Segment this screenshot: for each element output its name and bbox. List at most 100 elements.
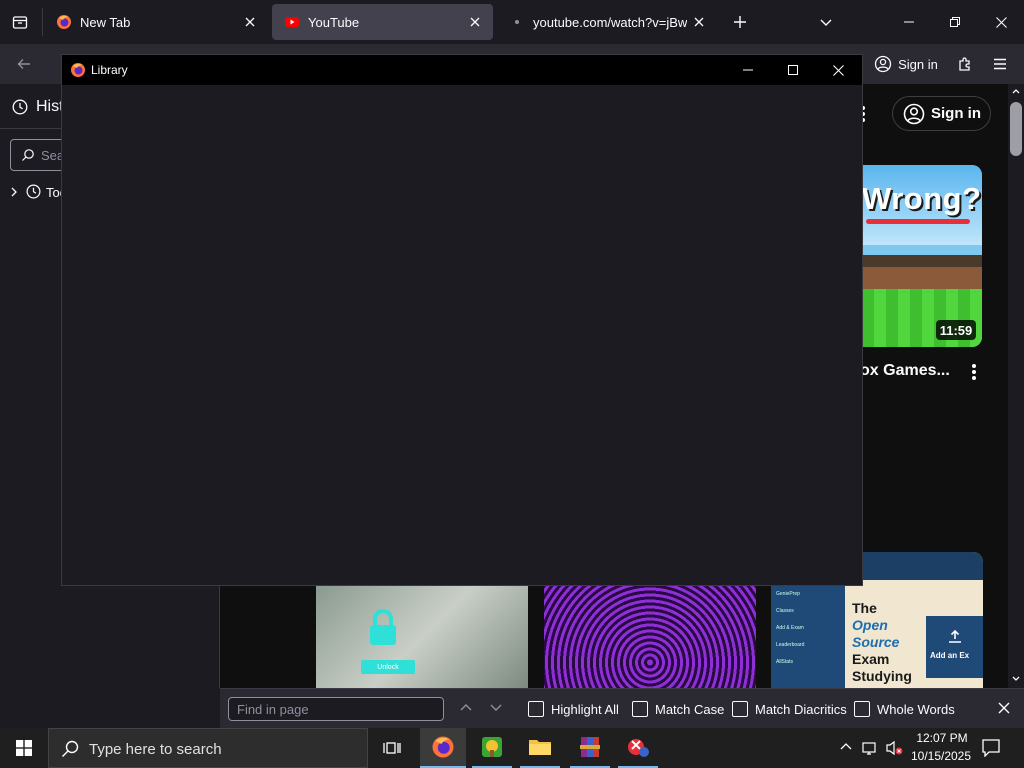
winrar-icon	[580, 737, 600, 757]
find-next-icon[interactable]	[490, 704, 502, 712]
clock-time[interactable]: 12:07 PM	[914, 731, 970, 745]
close-icon	[245, 17, 255, 27]
start-button[interactable]	[0, 728, 48, 768]
checkbox-label: Highlight All	[551, 701, 619, 717]
minimize-icon	[904, 21, 914, 23]
restore-icon	[950, 17, 960, 27]
match-diacritics-checkbox[interactable]: Match Diacritics	[732, 701, 847, 717]
find-previous-icon[interactable]	[460, 703, 472, 711]
youtube-sign-in-button[interactable]: Sign in	[892, 96, 991, 131]
close-tab-button[interactable]	[463, 10, 487, 34]
plant-app-icon	[482, 737, 502, 757]
find-bar: Find in page Highlight All Match Case Ma…	[220, 688, 1024, 728]
taskbar-firefox[interactable]	[420, 728, 466, 768]
minimize-window-button[interactable]	[886, 0, 932, 44]
scrollbar-thumb[interactable]	[1010, 102, 1022, 156]
list-all-tabs-button[interactable]	[812, 8, 840, 36]
chevron-up-icon[interactable]	[840, 742, 852, 750]
thumb-underline	[866, 219, 970, 224]
library-minimize-button[interactable]	[725, 55, 770, 85]
taskbar-app-2[interactable]	[618, 728, 658, 768]
video-title[interactable]: ox Games...	[860, 362, 950, 380]
library-window: Library	[61, 54, 863, 586]
tab-youtube[interactable]: YouTube	[272, 4, 493, 40]
toolbar-sign-in-button[interactable]: Sign in	[868, 50, 944, 78]
upload-icon	[949, 630, 961, 643]
firefox-view-icon	[12, 16, 28, 29]
checkbox-label: Whole Words	[877, 701, 955, 717]
hamburger-icon	[994, 58, 1006, 70]
thumbnail-text: Wrong?	[862, 181, 982, 216]
page-scrollbar[interactable]	[1008, 84, 1024, 688]
task-view-button[interactable]	[372, 728, 412, 768]
find-input-placeholder: Find in page	[237, 702, 309, 717]
close-find-bar-icon[interactable]	[998, 702, 1010, 714]
clock-date[interactable]: 10/15/2025	[906, 749, 976, 763]
tab-title: YouTube	[308, 14, 360, 30]
video-thumbnail[interactable]: Unlock	[316, 586, 528, 688]
video-thumbnail[interactable]: Wrong? 11:59	[862, 165, 982, 347]
checkbox-box	[854, 701, 870, 717]
taskbar-app[interactable]	[472, 728, 512, 768]
thumb-heading-line: Source	[852, 634, 900, 650]
thumb-heading: The Open Source Exam Studying	[852, 600, 912, 685]
find-input[interactable]: Find in page	[228, 697, 444, 721]
firefox-view-button[interactable]	[6, 8, 34, 36]
restore-window-button[interactable]	[932, 0, 978, 44]
back-button[interactable]	[10, 50, 38, 78]
thumb-heading-line: The	[852, 600, 877, 616]
close-tab-button[interactable]	[238, 10, 262, 34]
scroll-down-icon[interactable]	[1012, 676, 1020, 682]
new-tab-button[interactable]	[726, 8, 754, 36]
chevron-right-icon[interactable]	[9, 186, 19, 198]
library-maximize-button[interactable]	[770, 55, 815, 85]
library-close-button[interactable]	[815, 55, 862, 85]
maximize-icon	[787, 65, 798, 75]
tab-youtube-watch[interactable]: youtube.com/watch?v=jBwHUv	[497, 4, 717, 40]
video-options-icon[interactable]	[971, 363, 977, 381]
sign-in-label: Sign in	[931, 105, 981, 122]
tab-new-tab[interactable]: New Tab	[44, 4, 268, 40]
loading-dot-icon	[515, 20, 519, 24]
search-icon	[22, 149, 34, 161]
video-duration-badge: 11:59	[936, 320, 976, 340]
taskbar-search-box[interactable]: Type here to search	[48, 728, 368, 768]
minimize-icon	[742, 69, 753, 71]
search-icon	[62, 740, 79, 757]
close-icon	[995, 16, 1007, 28]
thumb-fence	[862, 255, 982, 267]
close-tab-button[interactable]	[687, 10, 711, 34]
taskbar-file-explorer[interactable]	[520, 728, 560, 768]
highlight-all-checkbox[interactable]: Highlight All	[528, 701, 619, 717]
video-thumbnail[interactable]	[544, 586, 756, 688]
taskbar-winrar[interactable]	[570, 728, 610, 768]
puzzle-icon	[959, 57, 970, 71]
thumb-menu-item: GeniePrep	[776, 591, 800, 597]
library-content	[62, 85, 862, 585]
app-menu-button[interactable]	[986, 50, 1014, 78]
arrow-left-icon	[17, 59, 30, 69]
clock-icon	[12, 99, 28, 115]
match-case-checkbox[interactable]: Match Case	[632, 701, 724, 717]
close-icon	[833, 64, 844, 76]
tab-title: youtube.com/watch?v=jBwHUv	[533, 14, 687, 30]
library-title: Library	[91, 63, 128, 77]
close-icon	[470, 17, 480, 27]
volume-muted-icon[interactable]	[886, 740, 904, 756]
network-icon[interactable]	[862, 740, 878, 756]
notifications-icon[interactable]	[982, 739, 1000, 757]
chevron-down-icon	[820, 19, 832, 26]
clock-icon	[26, 184, 41, 199]
extensions-button[interactable]	[951, 50, 979, 78]
whole-words-checkbox[interactable]: Whole Words	[854, 701, 955, 717]
scroll-up-icon[interactable]	[1012, 88, 1020, 94]
checkbox-box	[732, 701, 748, 717]
close-window-button[interactable]	[978, 0, 1024, 44]
library-titlebar[interactable]: Library	[62, 55, 862, 85]
tab-strip: New Tab YouTube youtube.com/watch?v=jBwH…	[0, 0, 1024, 44]
checkbox-box	[632, 701, 648, 717]
thumb-add-exam-label: Add an Ex	[930, 651, 970, 660]
sign-in-label: Sign in	[898, 56, 938, 72]
checkbox-label: Match Diacritics	[755, 701, 847, 717]
thumb-menu-item: AllStats	[776, 659, 793, 665]
